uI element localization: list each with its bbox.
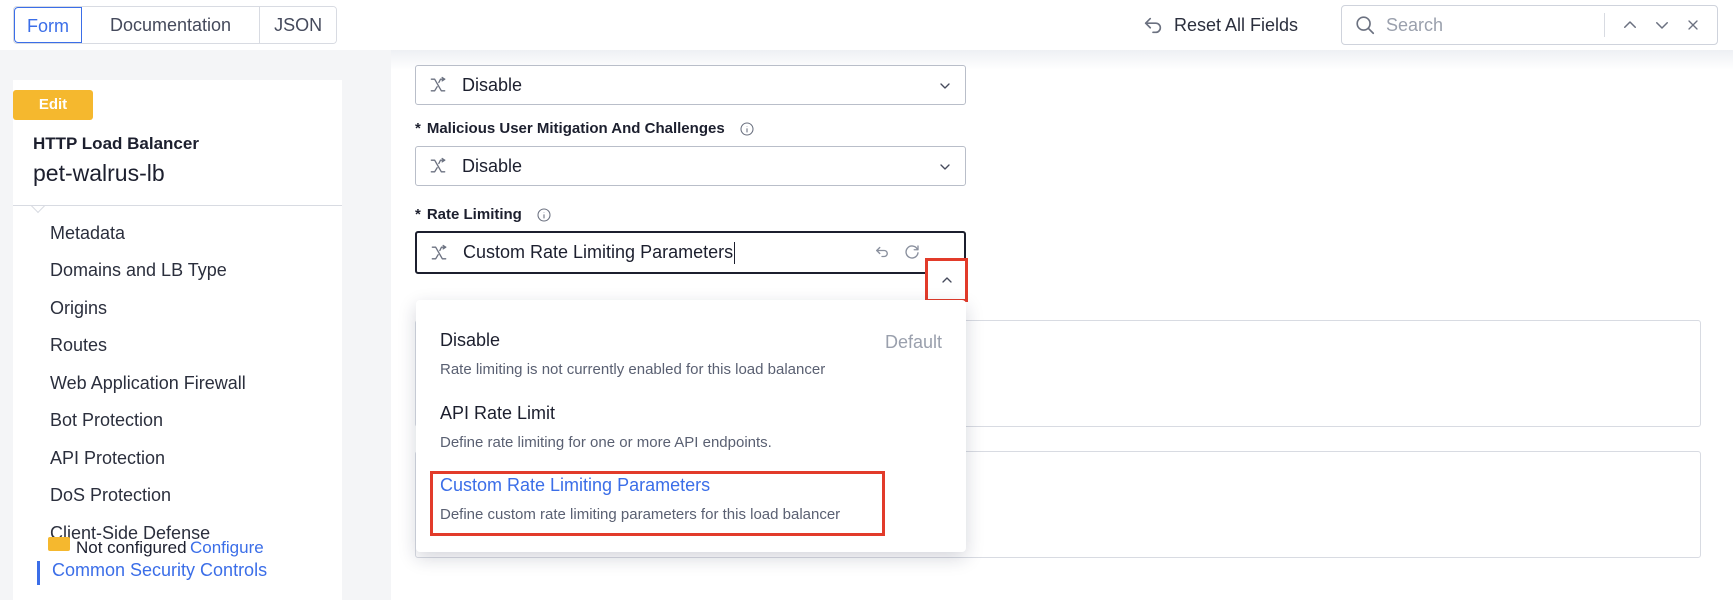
malicious-label: * Malicious User Mitigation And Challeng…	[415, 120, 755, 137]
sidebar-item-bot-protection[interactable]: Bot Protection	[50, 410, 163, 431]
sidebar-item-api-protection[interactable]: API Protection	[50, 448, 165, 469]
view-tabs: Form Documentation JSON	[13, 6, 338, 44]
active-indicator	[37, 561, 40, 585]
rate-limiting-label: * Rate Limiting	[415, 206, 552, 223]
chevron-down-icon[interactable]	[1653, 16, 1671, 34]
search-divider	[1604, 13, 1605, 37]
sidebar: Edit HTTP Load Balancer pet-walrus-lb Me…	[13, 80, 342, 600]
sidebar-divider	[13, 205, 342, 206]
merge-icon	[430, 76, 446, 92]
required-mark: *	[415, 206, 421, 223]
refresh-icon[interactable]	[903, 243, 921, 261]
sidebar-item-origins[interactable]: Origins	[50, 298, 107, 319]
undo-icon	[1144, 17, 1162, 34]
reset-icon[interactable]	[873, 243, 891, 261]
not-configured-text: Not configured	[76, 538, 187, 557]
dropdown-option-disable[interactable]: Disable Rate limiting is not currently e…	[440, 330, 940, 378]
rate-limiting-collapse-button[interactable]	[925, 258, 968, 302]
info-icon[interactable]	[536, 207, 552, 223]
sidebar-notch	[30, 198, 46, 214]
sidebar-item-metadata[interactable]: Metadata	[50, 223, 125, 244]
search-icon	[1356, 16, 1375, 35]
object-name: pet-walrus-lb	[33, 160, 165, 186]
warning-icon	[48, 537, 70, 551]
default-tag: Default	[884, 332, 942, 352]
rate-limiting-input[interactable]: Custom Rate Limiting Parameters	[463, 242, 733, 263]
malicious-label-text: Malicious User Mitigation And Challenges	[426, 120, 725, 137]
merge-icon	[430, 157, 446, 173]
sidebar-item-domains[interactable]: Domains and LB Type	[50, 260, 227, 281]
sidebar-item-dos-protection[interactable]: DoS Protection	[50, 485, 171, 506]
required-mark: *	[415, 120, 421, 137]
chevron-up-icon[interactable]	[1621, 16, 1639, 34]
option-description: Rate limiting is not currently enabled f…	[440, 361, 826, 378]
search-input[interactable]	[1386, 14, 1596, 36]
close-icon[interactable]	[1685, 17, 1701, 33]
tab-json[interactable]: JSON	[260, 7, 337, 43]
info-icon[interactable]	[739, 121, 755, 137]
selected-option-highlight	[430, 471, 885, 536]
malicious-select[interactable]: Disable	[415, 146, 966, 186]
chevron-up-icon	[942, 277, 952, 283]
option-title: API Rate Limit	[440, 403, 556, 423]
sidebar-item-common-security-controls[interactable]: Common Security Controls	[52, 560, 267, 581]
top-select[interactable]: Disable	[415, 65, 966, 105]
option-title: Disable	[440, 330, 501, 350]
configure-link[interactable]: Configure	[190, 538, 264, 558]
search-box	[1341, 5, 1718, 45]
sidebar-item-routes[interactable]: Routes	[50, 335, 107, 356]
rate-limiting-select[interactable]: Custom Rate Limiting Parameters	[415, 231, 966, 274]
malicious-select-value: Disable	[462, 155, 523, 176]
top-bar: Form Documentation JSON Reset All Fields	[0, 0, 1733, 50]
reset-all-fields-button[interactable]: Reset All Fields	[1142, 12, 1298, 38]
reset-label: Reset All Fields	[1174, 14, 1299, 35]
option-description: Define rate limiting for one or more API…	[440, 434, 772, 451]
dropdown-option-api-rate-limit[interactable]: API Rate Limit Define rate limiting for …	[440, 403, 772, 451]
tab-documentation[interactable]: Documentation	[82, 7, 261, 43]
edit-badge: Edit	[13, 90, 93, 120]
top-select-value: Disable	[462, 74, 523, 95]
chevron-down-icon	[940, 83, 950, 89]
sidebar-item-waf[interactable]: Web Application Firewall	[50, 373, 246, 394]
text-caret	[734, 241, 736, 264]
merge-icon	[431, 244, 447, 259]
tab-form[interactable]: Form	[14, 7, 82, 43]
rate-limiting-label-text: Rate Limiting	[426, 206, 522, 223]
chevron-down-icon	[940, 164, 950, 170]
object-type: HTTP Load Balancer	[33, 134, 199, 153]
